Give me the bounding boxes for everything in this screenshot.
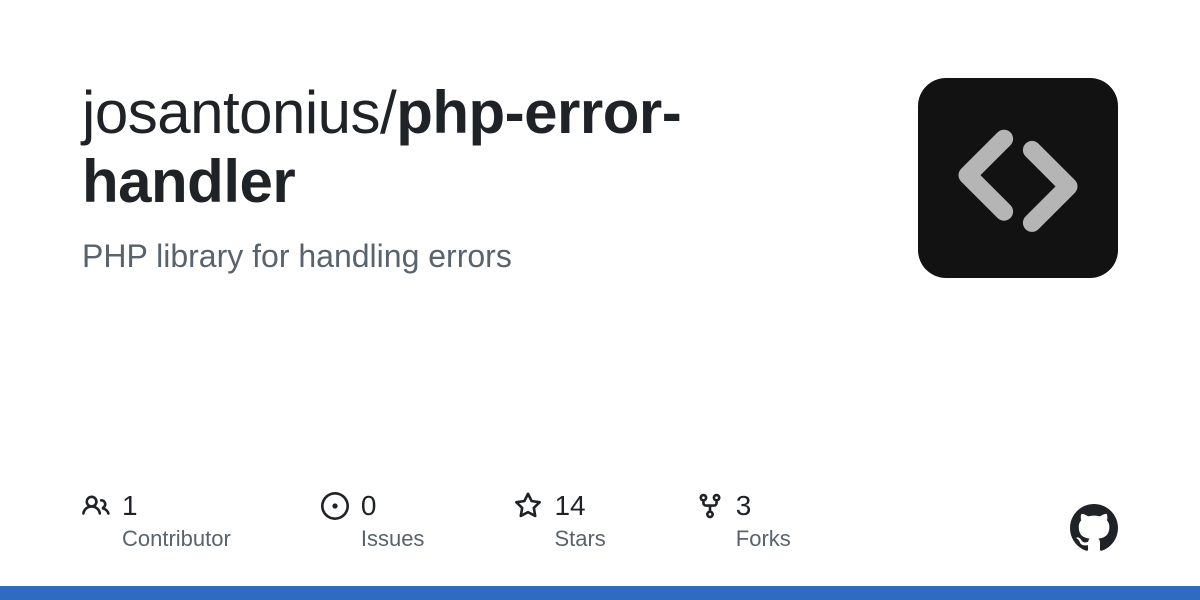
stat-value: 3	[736, 490, 752, 522]
code-brackets-icon	[948, 108, 1088, 248]
stat-issues[interactable]: 0 Issues	[321, 490, 425, 552]
stat-label: Stars	[554, 526, 605, 552]
stat-value: 0	[361, 490, 377, 522]
stat-value: 1	[122, 490, 138, 522]
stat-value: 14	[554, 490, 585, 522]
repo-card: josantonius/php-error-handler PHP librar…	[0, 0, 1200, 278]
repo-description: PHP library for handling errors	[82, 238, 862, 275]
stat-label: Issues	[361, 526, 425, 552]
stats-list: 1 Contributor 0 Issues 14 Stars	[82, 490, 791, 552]
stat-label: Contributor	[122, 526, 231, 552]
issue-icon	[321, 492, 349, 520]
stat-contributors[interactable]: 1 Contributor	[82, 490, 231, 552]
repo-owner[interactable]: josantonius	[82, 79, 380, 146]
repo-info: josantonius/php-error-handler PHP librar…	[82, 78, 862, 275]
stat-label: Forks	[736, 526, 791, 552]
fork-icon	[696, 492, 724, 520]
stat-forks[interactable]: 3 Forks	[696, 490, 791, 552]
stat-stars[interactable]: 14 Stars	[514, 490, 605, 552]
stats-bar: 1 Contributor 0 Issues 14 Stars	[82, 490, 1118, 552]
bottom-border	[0, 586, 1200, 600]
repo-title[interactable]: josantonius/php-error-handler	[82, 78, 862, 216]
star-icon	[514, 492, 542, 520]
separator: /	[380, 79, 396, 146]
github-logo-icon[interactable]	[1070, 504, 1118, 552]
people-icon	[82, 492, 110, 520]
repo-avatar	[918, 78, 1118, 278]
